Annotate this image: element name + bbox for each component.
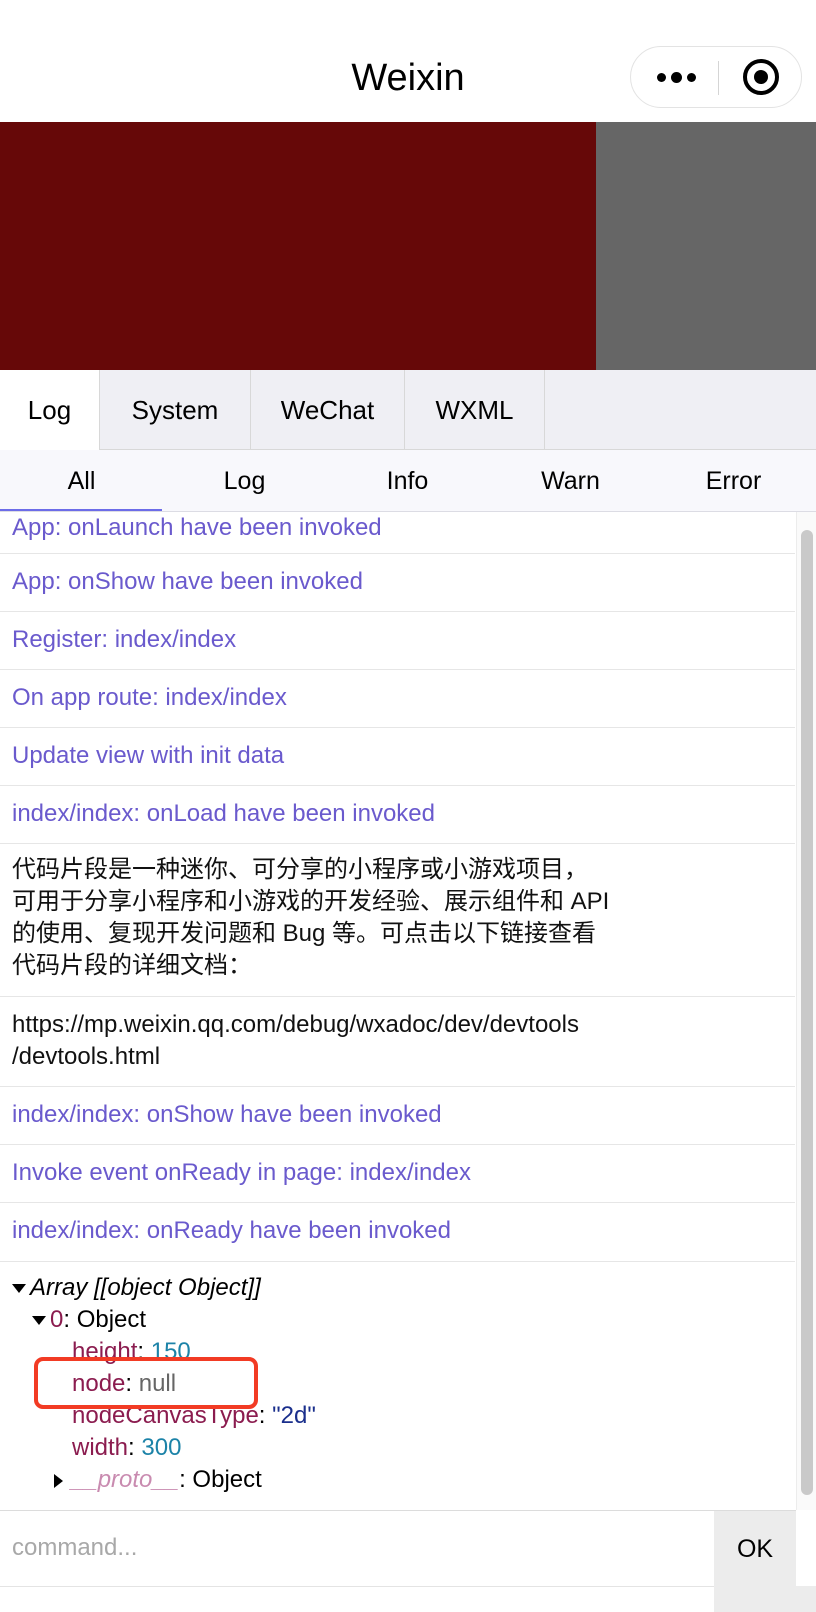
- log-entry: index/index: onShow have been invoked: [0, 1087, 795, 1145]
- caret-down-icon: [32, 1316, 46, 1326]
- log-entry: App: onShow have been invoked: [0, 554, 795, 612]
- caret-right-icon: [54, 1473, 63, 1488]
- bottom-safe-area-right: [714, 1586, 816, 1612]
- command-bar: OK: [0, 1510, 796, 1587]
- ok-button[interactable]: OK: [714, 1511, 796, 1587]
- log-entry-description: 代码片段是一种迷你、可分享的小程序或小游戏项目， 可用于分享小程序和小游戏的开发…: [0, 844, 795, 997]
- filter-warn[interactable]: Warn: [489, 450, 652, 512]
- tree-item-row[interactable]: 0: Object: [32, 1304, 146, 1336]
- log-entry: On app route: index/index: [0, 670, 795, 728]
- log-entry: Update view with init data: [0, 728, 795, 786]
- log-entry: index/index: onLoad have been invoked: [0, 786, 795, 844]
- log-entry-link: https://mp.weixin.qq.com/debug/wxadoc/de…: [0, 997, 795, 1087]
- filter-info[interactable]: Info: [326, 450, 489, 512]
- filter-all[interactable]: All: [0, 450, 163, 512]
- tree-prop-width: width: 300: [72, 1434, 182, 1461]
- tab-system[interactable]: System: [100, 370, 251, 450]
- close-button[interactable]: [719, 47, 803, 107]
- console-tab-bar: Log System WeChat WXML: [0, 370, 816, 450]
- log-entry: index/index: onReady have been invoked: [0, 1203, 795, 1262]
- log-entry: App: onLaunch have been invoked: [0, 512, 795, 554]
- active-filter-indicator: [0, 509, 162, 511]
- command-input[interactable]: [0, 1511, 714, 1585]
- highlight-box: [34, 1357, 258, 1409]
- log-entry: Register: index/index: [0, 612, 795, 670]
- more-menu-button[interactable]: [631, 47, 719, 107]
- caret-down-icon: [12, 1284, 26, 1294]
- log-scrollbar-thumb[interactable]: [801, 530, 813, 1495]
- canvas-gray-block: [596, 122, 816, 370]
- tab-wxml[interactable]: WXML: [405, 370, 545, 450]
- bottom-safe-area: [0, 1586, 816, 1612]
- tree-proto-row[interactable]: __proto__: Object: [54, 1464, 262, 1496]
- filter-log[interactable]: Log: [163, 450, 326, 512]
- log-filter-bar: All Log Info Warn Error: [0, 450, 816, 512]
- nav-bar: Weixin: [0, 0, 816, 122]
- tree-root-row[interactable]: Array [[object Object]]: [12, 1272, 261, 1304]
- filter-error[interactable]: Error: [652, 450, 815, 512]
- tab-wechat[interactable]: WeChat: [251, 370, 405, 450]
- canvas-red-block: [0, 122, 596, 370]
- tab-log[interactable]: Log: [0, 370, 100, 450]
- log-entry: Invoke event onReady in page: index/inde…: [0, 1145, 795, 1203]
- menu-capsule: [630, 46, 802, 108]
